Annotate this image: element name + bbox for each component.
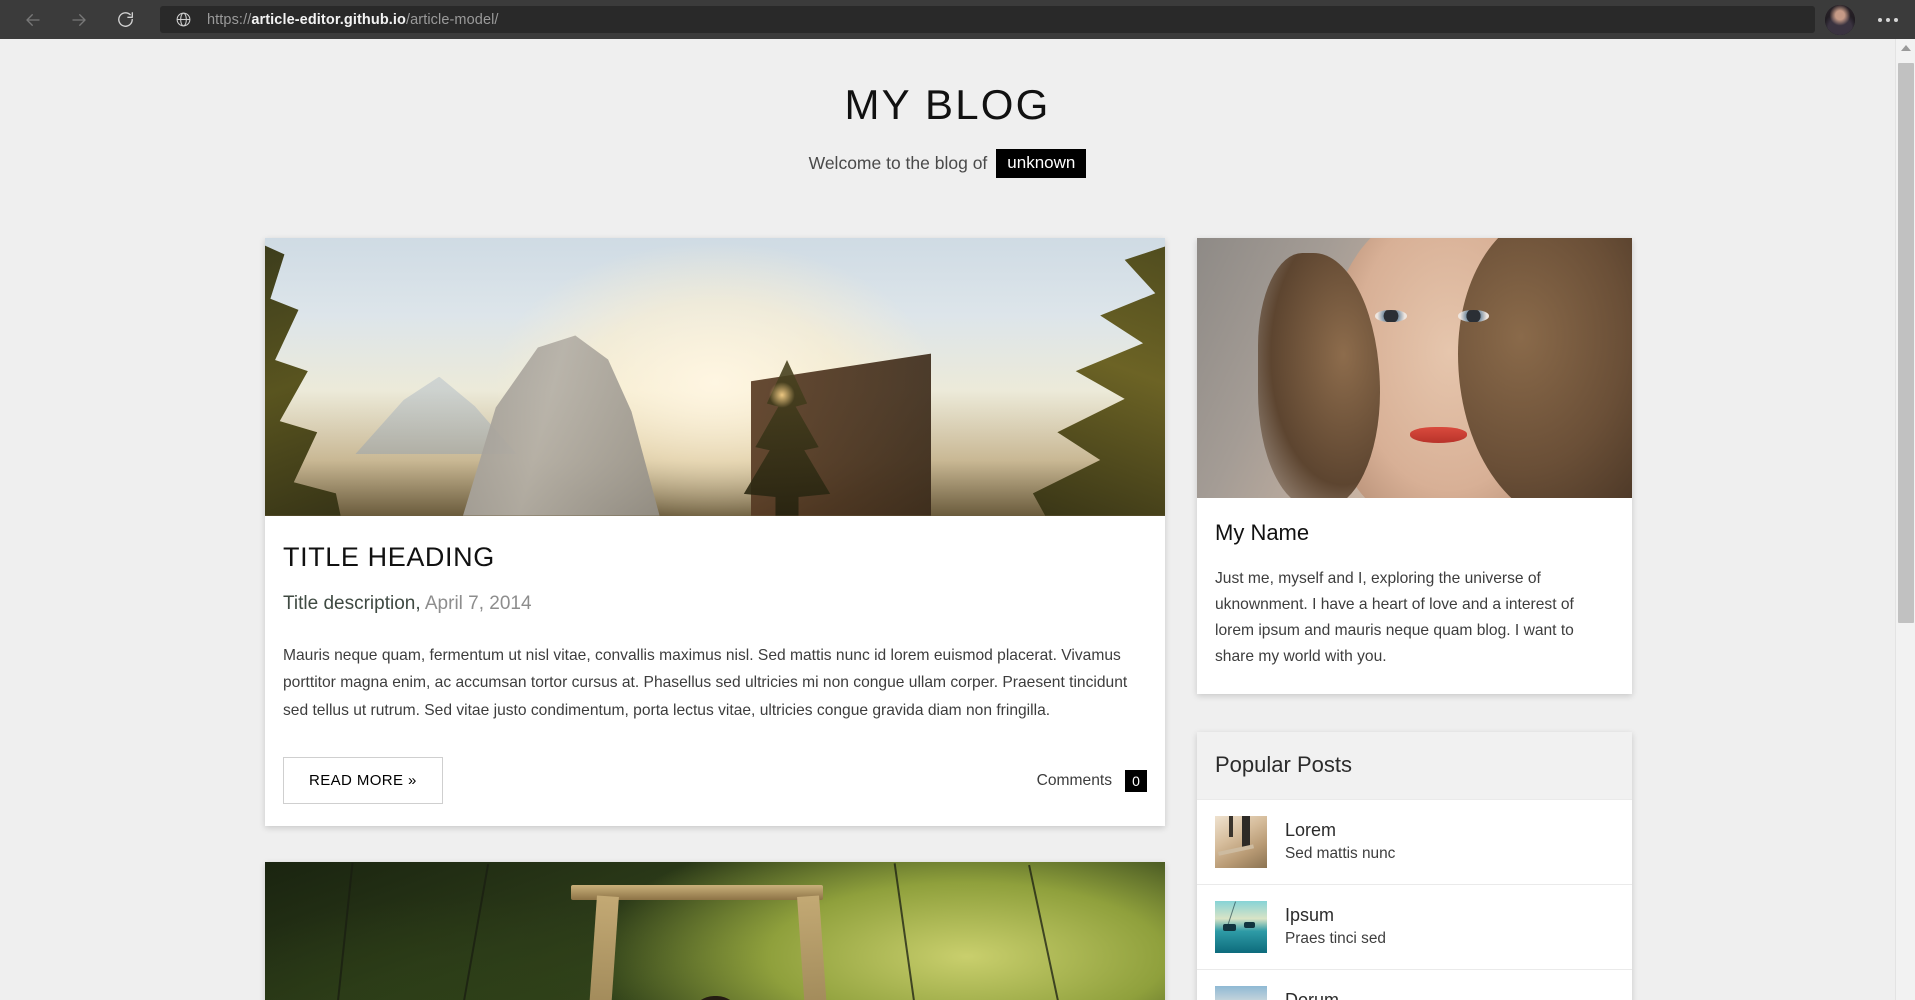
content-layout: TITLE HEADING Title description, April 7… bbox=[0, 237, 1895, 1000]
post-card-actions: READ MORE » Comments 0 bbox=[281, 757, 1149, 805]
list-item-meta: Dorum Ultricies congue bbox=[1285, 990, 1395, 1000]
back-button[interactable] bbox=[14, 5, 52, 35]
profile-avatar-button[interactable] bbox=[1825, 4, 1855, 35]
page-scrollbar[interactable] bbox=[1895, 39, 1915, 1000]
popular-posts-card: Popular Posts Lorem Sed mattis nunc Ipsu… bbox=[1197, 731, 1632, 1000]
reload-button[interactable] bbox=[106, 5, 144, 35]
swing-garden-photo bbox=[265, 862, 1165, 1000]
post-meta: Title description, April 7, 2014 bbox=[281, 593, 1149, 615]
list-item-title: Lorem bbox=[1285, 820, 1337, 841]
scroll-up-arrow-icon[interactable] bbox=[1900, 45, 1911, 51]
url-scheme: https:// bbox=[207, 11, 252, 28]
globe-icon bbox=[170, 11, 196, 28]
post-title: TITLE HEADING bbox=[283, 541, 495, 572]
list-item-subtitle: Sed mattis nunc bbox=[1285, 845, 1396, 863]
comments-label: Comments bbox=[1036, 771, 1112, 789]
profile-name: My Name bbox=[1215, 519, 1310, 545]
list-item[interactable]: Dorum Ultricies congue bbox=[1197, 968, 1632, 1000]
portrait-photo bbox=[1197, 237, 1632, 498]
reload-icon bbox=[116, 10, 135, 29]
url-domain: article-editor.github.io bbox=[251, 11, 406, 28]
page-viewport: MY BLOG Welcome to the blog of unknown T… bbox=[0, 39, 1915, 1000]
blog-header: MY BLOG Welcome to the blog of unknown bbox=[0, 39, 1895, 178]
profile-card: My Name Just me, myself and I, exploring… bbox=[1197, 237, 1632, 694]
cable-car-thumb bbox=[1215, 900, 1267, 953]
sky-horizon-thumb bbox=[1215, 985, 1267, 1000]
list-item-subtitle: Praes tinci sed bbox=[1285, 930, 1386, 948]
popular-posts-heading: Popular Posts bbox=[1197, 731, 1632, 799]
list-item-title: Ipsum bbox=[1285, 905, 1335, 926]
post-card-body: TITLE HEADING Title description, April 7… bbox=[265, 516, 1165, 827]
comments-count-badge: 0 bbox=[1125, 769, 1147, 792]
post-card: TITLE HEADING Title description, April 7… bbox=[265, 237, 1165, 827]
mountain-sunset-photo bbox=[265, 237, 1165, 516]
profile-bio: Just me, myself and I, exploring the uni… bbox=[1215, 569, 1574, 665]
url-path: /article-model/ bbox=[406, 11, 499, 28]
scrollbar-thumb[interactable] bbox=[1898, 63, 1914, 623]
account-avatar bbox=[1825, 4, 1855, 35]
comments-indicator[interactable]: Comments 0 bbox=[1036, 769, 1147, 792]
arrow-right-icon bbox=[70, 11, 88, 29]
arrow-left-icon bbox=[24, 11, 42, 29]
list-item[interactable]: Ipsum Praes tinci sed bbox=[1197, 883, 1632, 969]
browser-menu-button[interactable] bbox=[1871, 5, 1905, 35]
sidebar: My Name Just me, myself and I, exploring… bbox=[1197, 237, 1632, 1000]
more-options-icon bbox=[1878, 17, 1898, 22]
blog-subtitle: Welcome to the blog of unknown bbox=[0, 149, 1895, 178]
post-card bbox=[265, 862, 1165, 1000]
desk-workspace-thumb bbox=[1215, 815, 1267, 868]
page-title: MY BLOG bbox=[844, 81, 1051, 128]
list-item-title: Dorum bbox=[1285, 990, 1395, 1000]
main-column: TITLE HEADING Title description, April 7… bbox=[265, 237, 1165, 1000]
profile-card-body: My Name Just me, myself and I, exploring… bbox=[1197, 498, 1632, 694]
read-more-button[interactable]: READ MORE » bbox=[283, 757, 443, 805]
blog-page: MY BLOG Welcome to the blog of unknown T… bbox=[0, 39, 1895, 1000]
address-bar[interactable]: https://article-editor.github.io/article… bbox=[160, 6, 1815, 33]
url-text: https://article-editor.github.io/article… bbox=[207, 12, 499, 28]
forward-button[interactable] bbox=[60, 5, 98, 35]
post-body-text: Mauris neque quam, fermentum ut nisl vit… bbox=[283, 646, 1128, 719]
list-item-meta: Lorem Sed mattis nunc bbox=[1285, 820, 1395, 863]
post-date: April 7, 2014 bbox=[424, 592, 532, 614]
author-badge: unknown bbox=[996, 149, 1087, 178]
browser-toolbar: https://article-editor.github.io/article… bbox=[0, 0, 1915, 39]
list-item-meta: Ipsum Praes tinci sed bbox=[1285, 905, 1386, 948]
list-item[interactable]: Lorem Sed mattis nunc bbox=[1197, 798, 1632, 884]
subtitle-text: Welcome to the blog of bbox=[808, 152, 988, 173]
post-description: Title description, bbox=[283, 592, 421, 614]
